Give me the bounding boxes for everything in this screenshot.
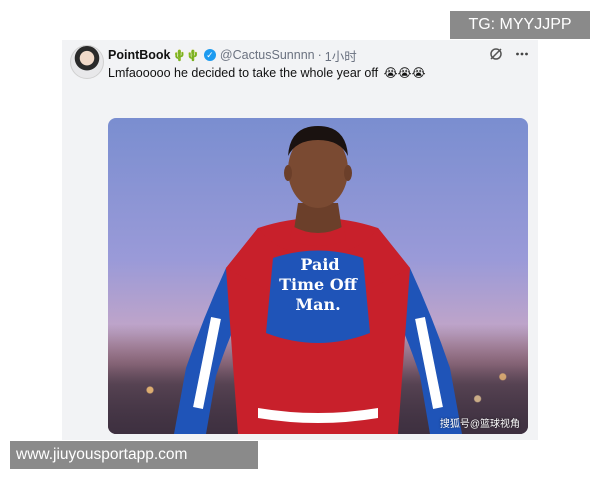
- separator: ·: [317, 48, 322, 62]
- source-watermark: 搜狐号@篮球视角: [439, 419, 520, 430]
- tweet-header: PointBook 🌵🌵 ✓ @CactusSunnnn · 1小时: [108, 46, 357, 65]
- verified-icon: ✓: [203, 49, 216, 61]
- shirt-text-line-1: Paid: [300, 255, 339, 274]
- timestamp[interactable]: 1小时: [325, 46, 357, 65]
- crying-emojis: 😭😭😭: [383, 66, 426, 80]
- tweet-card[interactable]: PointBook 🌵🌵 ✓ @CactusSunnnn · 1小时 Lmfao…: [62, 40, 538, 440]
- tweet-body: Lmfaooooo he decided to take the whole y…: [108, 66, 379, 80]
- tweet-text: Lmfaooooo he decided to take the whole y…: [108, 66, 426, 80]
- display-name[interactable]: PointBook: [108, 48, 171, 62]
- grok-icon[interactable]: [488, 46, 504, 62]
- more-icon[interactable]: [514, 46, 530, 62]
- site-watermark: www.jiuyousportapp.com: [10, 441, 258, 469]
- tweet-image[interactable]: Paid Time Off Man. 搜狐号@篮球视角: [108, 118, 528, 434]
- superhero-figure: Paid Time Off Man.: [174, 126, 462, 434]
- shirt-text-line-2: Time Off: [279, 275, 358, 294]
- handle[interactable]: @CactusSunnnn: [220, 48, 315, 62]
- name-emojis: 🌵🌵: [172, 49, 200, 62]
- telegram-watermark: TG: MYYJJPP: [450, 11, 590, 39]
- shirt-text-line-3: Man.: [295, 295, 340, 314]
- avatar[interactable]: [70, 45, 104, 79]
- tweet-actions: [488, 46, 530, 62]
